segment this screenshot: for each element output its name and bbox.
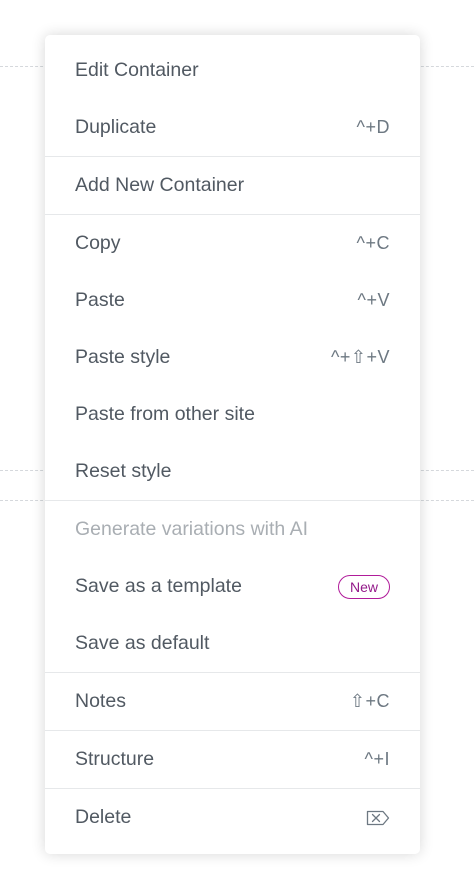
menu-item-reset-style[interactable]: Reset style [45,443,420,500]
menu-item-save-as-template[interactable]: Save as a template New [45,558,420,615]
menu-group-structure: Structure ^+I [45,730,420,788]
menu-item-label: Reset style [75,460,172,482]
shortcut-hint: ^+D [356,117,390,137]
menu-group-notes: Notes ⇧+C [45,672,420,730]
menu-item-notes[interactable]: Notes ⇧+C [45,673,420,730]
menu-item-edit-container[interactable]: Edit Container [45,42,420,99]
menu-item-save-as-default[interactable]: Save as default [45,615,420,672]
menu-group-delete: Delete [45,788,420,846]
menu-item-paste[interactable]: Paste ^+V [45,272,420,329]
context-menu: Edit Container Duplicate ^+D Add New Con… [45,35,420,854]
menu-item-label: Generate variations with AI [75,518,309,540]
menu-item-paste-from-other-site[interactable]: Paste from other site [45,386,420,443]
menu-item-structure[interactable]: Structure ^+I [45,731,420,788]
menu-item-label: Structure [75,748,155,770]
shortcut-hint: ^+V [357,290,390,310]
menu-item-duplicate[interactable]: Duplicate ^+D [45,99,420,156]
delete-key-icon [366,810,390,826]
menu-item-label: Notes [75,690,126,712]
menu-item-paste-style[interactable]: Paste style ^+⇧+V [45,329,420,386]
menu-item-label: Save as a template [75,575,242,597]
menu-item-label: Paste style [75,346,171,368]
menu-item-label: Duplicate [75,116,157,138]
menu-item-delete[interactable]: Delete [45,789,420,846]
shortcut-hint: ^+I [364,749,390,769]
new-badge: New [337,574,390,599]
menu-item-label: Save as default [75,632,210,654]
menu-group-save: Generate variations with AI Save as a te… [45,500,420,672]
menu-item-copy[interactable]: Copy ^+C [45,215,420,272]
menu-item-label: Copy [75,232,121,254]
menu-item-label: Add New Container [75,174,245,196]
menu-item-label: Delete [75,806,132,828]
shortcut-hint: ^+⇧+V [330,347,390,367]
menu-item-label: Edit Container [75,59,199,81]
menu-group-add: Add New Container [45,156,420,214]
menu-item-label: Paste [75,289,125,311]
menu-group-clipboard: Copy ^+C Paste ^+V Paste style ^+⇧+V Pas… [45,214,420,500]
menu-group-edit: Edit Container Duplicate ^+D [45,42,420,156]
menu-item-label: Paste from other site [75,403,255,425]
menu-item-generate-variations-ai: Generate variations with AI [45,501,420,558]
menu-item-add-new-container[interactable]: Add New Container [45,157,420,214]
shortcut-hint: ^+C [356,233,390,253]
shortcut-hint: ⇧+C [349,691,390,711]
